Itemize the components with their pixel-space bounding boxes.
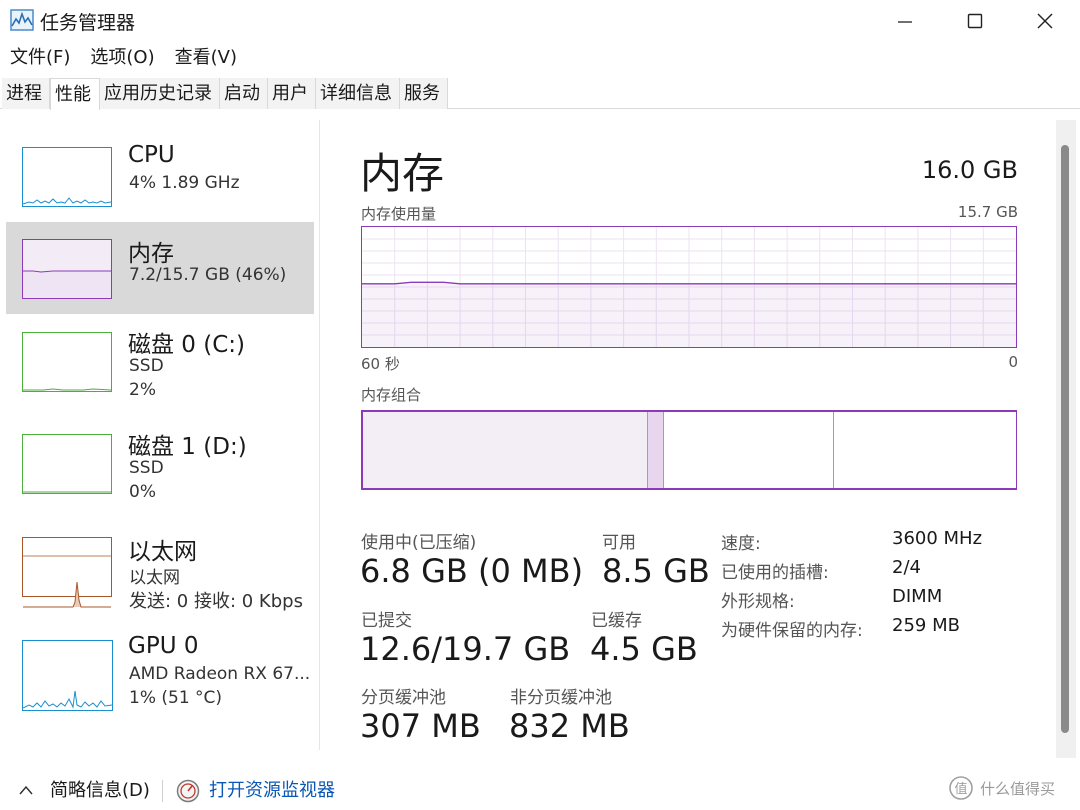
composition-label: 内存组合 bbox=[361, 386, 422, 404]
available-value: 8.5 GB bbox=[602, 552, 710, 590]
menu-file[interactable]: 文件(F) bbox=[0, 44, 80, 72]
hardware-reserved-value: 259 MB bbox=[892, 615, 960, 636]
watermark: 值 什么值得买 bbox=[948, 772, 1055, 804]
slots-value: 2/4 bbox=[892, 557, 921, 578]
close-icon bbox=[1037, 13, 1053, 29]
graph-time-left: 60 秒 bbox=[361, 355, 400, 373]
maximize-button[interactable] bbox=[940, 0, 1010, 42]
speed-label: 速度: bbox=[721, 534, 761, 554]
sidebar-item-detail: SSD bbox=[129, 356, 164, 376]
footer-divider bbox=[162, 780, 163, 802]
available-label: 可用 bbox=[602, 533, 636, 553]
footer-bar: 简略信息(D) 打开资源监视器 bbox=[0, 772, 1080, 810]
resource-monitor-icon[interactable] bbox=[176, 779, 200, 803]
sidebar-item-detail: 以太网 bbox=[129, 568, 180, 588]
sidebar-item-title: 内存 bbox=[128, 241, 174, 267]
cpu-thumbnail-graph bbox=[22, 147, 112, 207]
form-factor-label: 外形规格: bbox=[721, 592, 795, 612]
sidebar-item-detail-2: 发送: 0 接收: 0 Kbps bbox=[129, 591, 303, 612]
sidebar-item-title: CPU bbox=[128, 142, 175, 168]
page-title: 内存 bbox=[360, 149, 445, 198]
sidebar-item-title: 以太网 bbox=[128, 539, 197, 565]
sidebar-item-disk-0[interactable]: 磁盘 0 (C:) SSD 2% bbox=[6, 315, 314, 407]
watermark-text: 什么值得买 bbox=[980, 779, 1056, 798]
tab-bar: 进程 性能 应用历史记录 启动 用户 详细信息 服务 bbox=[0, 78, 1080, 110]
tab-details[interactable]: 详细信息 bbox=[316, 78, 400, 109]
sidebar-item-memory[interactable]: 内存 7.2/15.7 GB (46%) bbox=[6, 222, 314, 314]
sidebar-item-detail-2: 1% (51 °C) bbox=[129, 688, 223, 708]
sidebar-item-detail: 4% 1.89 GHz bbox=[129, 173, 240, 193]
menu-view[interactable]: 查看(V) bbox=[165, 44, 247, 72]
disk-0-thumbnail-graph bbox=[22, 332, 112, 392]
memory-total: 16.0 GB bbox=[921, 156, 1018, 184]
graph-time-right: 0 bbox=[1008, 353, 1018, 371]
sidebar-item-disk-1[interactable]: 磁盘 1 (D:) SSD 0% bbox=[6, 417, 314, 509]
memory-detail-panel: 内存 16.0 GB 内存使用量 15.7 GB 60 秒 0 内存组合 使用中… bbox=[340, 120, 1040, 760]
composition-modified[interactable] bbox=[647, 412, 664, 488]
in-use-label: 使用中(已压缩) bbox=[361, 533, 477, 553]
scrollbar-thumb[interactable] bbox=[1061, 145, 1069, 733]
memory-usage-graph-svg bbox=[362, 227, 1016, 347]
composition-standby[interactable] bbox=[664, 412, 834, 488]
cached-label: 已缓存 bbox=[591, 611, 642, 631]
tab-performance[interactable]: 性能 bbox=[50, 78, 100, 110]
paged-pool-label: 分页缓冲池 bbox=[361, 688, 446, 708]
usage-area bbox=[362, 283, 1016, 347]
tab-app-history[interactable]: 应用历史记录 bbox=[100, 78, 220, 109]
slots-label: 已使用的插槽: bbox=[721, 563, 829, 583]
open-resource-monitor-link[interactable]: 打开资源监视器 bbox=[209, 772, 335, 810]
cached-value: 4.5 GB bbox=[590, 630, 698, 668]
sidebar-item-title: GPU 0 bbox=[128, 633, 199, 659]
form-factor-value: DIMM bbox=[892, 586, 943, 607]
hardware-reserved-label: 为硬件保留的内存: bbox=[721, 621, 863, 641]
memory-thumbnail-graph bbox=[22, 239, 112, 299]
speed-value: 3600 MHz bbox=[892, 528, 983, 549]
sidebar-item-detail: AMD Radeon RX 67... bbox=[129, 664, 311, 684]
committed-label: 已提交 bbox=[361, 611, 412, 631]
window-title: 任务管理器 bbox=[40, 12, 136, 34]
fewer-details-button[interactable]: 简略信息(D) bbox=[50, 772, 150, 810]
tab-startup[interactable]: 启动 bbox=[220, 78, 268, 109]
sidebar-item-detail: 7.2/15.7 GB (46%) bbox=[129, 265, 287, 285]
maximize-icon bbox=[967, 13, 983, 29]
tab-users[interactable]: 用户 bbox=[268, 78, 316, 109]
sidebar-item-title: 磁盘 0 (C:) bbox=[128, 332, 246, 358]
sidebar-item-gpu-0[interactable]: GPU 0 AMD Radeon RX 67... 1% (51 °C) bbox=[6, 623, 314, 715]
in-use-value: 6.8 GB (0 MB) bbox=[360, 552, 584, 590]
sidebar-item-title: 磁盘 1 (D:) bbox=[128, 434, 247, 460]
usage-graph-label: 内存使用量 bbox=[361, 205, 437, 223]
svg-text:值: 值 bbox=[954, 781, 967, 797]
usage-graph-max: 15.7 GB bbox=[957, 203, 1018, 221]
sidebar-item-detail-2: 0% bbox=[129, 482, 156, 502]
task-manager-icon bbox=[10, 9, 34, 31]
sidebar-item-ethernet[interactable]: 以太网 以太网 发送: 0 接收: 0 Kbps bbox=[6, 520, 314, 612]
tab-services[interactable]: 服务 bbox=[400, 78, 448, 109]
sidebar-item-detail: SSD bbox=[129, 458, 164, 478]
nonpaged-pool-label: 非分页缓冲池 bbox=[510, 688, 612, 708]
memory-composition-bar bbox=[361, 410, 1017, 490]
sidebar-item-detail-2: 2% bbox=[129, 380, 156, 400]
watermark-logo-icon: 值 bbox=[949, 776, 973, 800]
minimize-button[interactable] bbox=[870, 0, 940, 42]
composition-in-use[interactable] bbox=[363, 412, 647, 488]
composition-free[interactable] bbox=[834, 412, 1016, 488]
nonpaged-pool-value: 832 MB bbox=[509, 707, 630, 745]
chevron-up-icon[interactable] bbox=[18, 784, 34, 796]
memory-usage-graph bbox=[361, 226, 1017, 348]
minimize-icon bbox=[898, 21, 912, 23]
gpu-0-thumbnail-graph bbox=[22, 640, 113, 711]
performance-sidebar: CPU 4% 1.89 GHz 内存 7.2/15.7 GB (46%) 磁盘 … bbox=[0, 120, 320, 750]
paged-pool-value: 307 MB bbox=[360, 707, 481, 745]
vertical-scrollbar[interactable] bbox=[1056, 120, 1076, 758]
title-bar: 任务管理器 bbox=[0, 0, 1080, 42]
menu-options[interactable]: 选项(O) bbox=[80, 44, 164, 72]
ethernet-thumbnail-graph bbox=[22, 537, 112, 608]
close-button[interactable] bbox=[1010, 0, 1080, 42]
sidebar-item-cpu[interactable]: CPU 4% 1.89 GHz bbox=[6, 130, 314, 222]
tab-processes[interactable]: 进程 bbox=[2, 78, 50, 109]
disk-1-thumbnail-graph bbox=[22, 434, 112, 494]
committed-value: 12.6/19.7 GB bbox=[360, 630, 571, 668]
menu-bar: 文件(F) 选项(O) 查看(V) bbox=[0, 44, 247, 72]
